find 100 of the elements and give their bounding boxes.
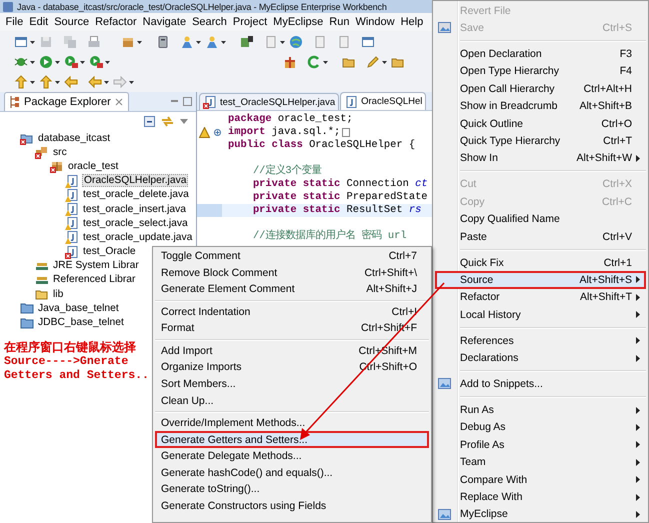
bug-icon[interactable] bbox=[14, 55, 28, 69]
tree-item[interactable]: Referenced Librar bbox=[52, 274, 136, 286]
menu-item[interactable]: Clean Up... bbox=[155, 392, 429, 409]
gift-icon[interactable] bbox=[283, 55, 297, 69]
tree-item[interactable]: JRE System Librar bbox=[52, 260, 140, 272]
menu-item[interactable]: Generate Getters and Setters... bbox=[155, 431, 429, 448]
menu-item[interactable]: Local History bbox=[435, 306, 646, 324]
tree-item[interactable]: src bbox=[52, 146, 68, 158]
tree-item[interactable]: OracleSQLHelper.java bbox=[82, 174, 188, 188]
menu-item[interactable]: MyEclipse bbox=[435, 506, 646, 522]
menu-item[interactable]: Edit bbox=[26, 15, 51, 29]
menu-item[interactable]: Search bbox=[190, 15, 230, 29]
close-icon[interactable] bbox=[114, 98, 123, 106]
caret-icon[interactable] bbox=[221, 40, 226, 44]
caret-icon[interactable] bbox=[382, 60, 387, 64]
tree-item[interactable]: test_Oracle bbox=[82, 246, 137, 258]
menu-item[interactable]: Profile As bbox=[435, 436, 646, 454]
menu-item[interactable]: Help bbox=[398, 15, 426, 29]
menu-item[interactable]: References bbox=[435, 332, 646, 350]
window-icon[interactable] bbox=[14, 35, 28, 49]
caret-icon[interactable] bbox=[105, 60, 110, 64]
play-badge-icon[interactable] bbox=[64, 55, 78, 69]
printer-icon[interactable] bbox=[87, 35, 101, 49]
tree-item[interactable]: test_oracle_delete.java bbox=[82, 189, 190, 200]
annotation-text: 在程序窗口右键鼠标选择 bbox=[4, 340, 137, 355]
menu-item[interactable]: Refactor Alt+Shift+T bbox=[435, 288, 646, 306]
editor-tab[interactable]: test_OracleSQLHelper.java bbox=[199, 93, 340, 110]
menu-item[interactable]: Generate Constructors using Fields bbox=[155, 498, 429, 514]
collapse-all-icon[interactable] bbox=[144, 116, 155, 126]
caret-icon[interactable] bbox=[129, 80, 134, 84]
menu-item[interactable]: Generate hashCode() and equals()... bbox=[155, 464, 429, 482]
caret-icon[interactable] bbox=[196, 40, 201, 44]
tree-item[interactable]: test_oracle_update.java bbox=[82, 232, 194, 243]
view-tab[interactable]: Package Explorer bbox=[4, 92, 129, 111]
document-icon[interactable] bbox=[337, 35, 351, 49]
menu-item[interactable]: Open Declaration F3 bbox=[435, 45, 646, 63]
tree-item[interactable]: oracle_test bbox=[67, 160, 120, 172]
tree-item[interactable]: test_oracle_insert.java bbox=[82, 204, 188, 215]
menu-item[interactable]: Sort Members... bbox=[155, 376, 429, 392]
caret-icon[interactable] bbox=[30, 40, 35, 44]
code-line: import java.sql.*; bbox=[228, 126, 340, 139]
menu-item[interactable]: Window bbox=[352, 15, 398, 29]
menu-item[interactable]: Team bbox=[435, 454, 646, 471]
menu-item[interactable]: Show in Breadcrumb Alt+Shift+B bbox=[435, 98, 646, 115]
menu-item[interactable]: Copy Qualified Name bbox=[435, 210, 646, 228]
menu-item[interactable]: File bbox=[3, 15, 26, 29]
folded-code-icon[interactable] bbox=[342, 128, 350, 137]
menu-item[interactable]: Project bbox=[230, 15, 270, 29]
caret-icon[interactable] bbox=[137, 40, 142, 44]
caret-icon[interactable] bbox=[280, 40, 285, 44]
menu-item[interactable]: Add to Snippets... bbox=[435, 375, 646, 393]
server-icon[interactable] bbox=[156, 35, 170, 49]
caret-icon[interactable] bbox=[80, 60, 85, 64]
menu-item[interactable]: Quick Type Hierarchy Ctrl+T bbox=[435, 132, 646, 150]
expand-icon[interactable] bbox=[214, 129, 221, 136]
menu-item[interactable]: Run As bbox=[435, 401, 646, 419]
menu-item[interactable]: Quick Outline Ctrl+O bbox=[435, 114, 646, 132]
menu-item[interactable]: Replace With bbox=[435, 488, 646, 506]
menu-item[interactable]: MyEclipse bbox=[270, 15, 326, 29]
play-badge-icon[interactable] bbox=[89, 55, 103, 69]
menu-item[interactable]: Quick Fix Ctrl+1 bbox=[435, 254, 646, 272]
box-stack-icon[interactable] bbox=[240, 35, 254, 49]
editor-tab[interactable]: OracleSQLHel bbox=[340, 92, 426, 110]
tree-item[interactable]: database_itcast bbox=[37, 132, 112, 144]
caret-icon[interactable] bbox=[323, 60, 328, 64]
window-title: Java - database_itcast/src/oracle_test/OracleSQLHelper.java - MyEclipse Enterprise Workbench bbox=[17, 2, 387, 12]
pencil-icon[interactable] bbox=[366, 55, 380, 69]
menu-item[interactable]: Paste Ctrl+V bbox=[435, 228, 646, 246]
menu-item[interactable]: Generate toString()... bbox=[155, 481, 429, 498]
document-icon[interactable] bbox=[313, 35, 327, 49]
menu-item[interactable]: Remove Block Comment Ctrl+Shift+\ bbox=[155, 264, 429, 282]
menu-item[interactable]: Compare With bbox=[435, 470, 646, 488]
menu-item[interactable]: Debug As bbox=[435, 418, 646, 436]
menu-item[interactable]: Run bbox=[326, 15, 352, 29]
link-arrows-icon[interactable] bbox=[161, 116, 174, 126]
menu-item[interactable]: Navigate bbox=[140, 15, 189, 29]
menu-item[interactable]: Refactor bbox=[92, 15, 140, 29]
menu-item[interactable]: Declarations bbox=[435, 349, 646, 367]
view-menu-icon[interactable] bbox=[180, 118, 188, 124]
menu-item[interactable]: Source Alt+Shift+S bbox=[435, 271, 646, 289]
menu-item[interactable]: Override/Implement Methods... bbox=[155, 414, 429, 432]
menu-item[interactable]: Toggle Comment Ctrl+7 bbox=[155, 248, 429, 265]
caret-icon[interactable] bbox=[55, 80, 60, 84]
maximize-icon[interactable] bbox=[183, 97, 192, 106]
window-icon[interactable] bbox=[361, 35, 375, 49]
menu-item[interactable]: Generate Delegate Methods... bbox=[155, 448, 429, 464]
tree-item[interactable]: lib bbox=[52, 288, 64, 300]
caret-icon[interactable] bbox=[55, 60, 60, 64]
menu-item[interactable]: Correct Indentation Ctrl+I bbox=[155, 304, 429, 320]
caret-icon[interactable] bbox=[30, 60, 35, 64]
caret-icon[interactable] bbox=[104, 80, 109, 84]
tree-item[interactable]: test_oracle_select.java bbox=[82, 218, 189, 229]
menu-item[interactable]: Generate Element Comment Alt+Shift+J bbox=[155, 281, 429, 298]
tree-item[interactable]: Java_base_telnet bbox=[37, 302, 120, 314]
menu-item[interactable]: Show In Alt+Shift+W bbox=[435, 150, 646, 168]
caret-icon[interactable] bbox=[30, 80, 35, 84]
menu-item[interactable]: Open Type Hierarchy F4 bbox=[435, 62, 646, 80]
menu-item[interactable]: Open Call Hierarchy Ctrl+Alt+H bbox=[435, 80, 646, 98]
tree-item[interactable]: JDBC_base_telnet bbox=[37, 317, 125, 328]
menu-item[interactable]: Source bbox=[52, 15, 92, 29]
